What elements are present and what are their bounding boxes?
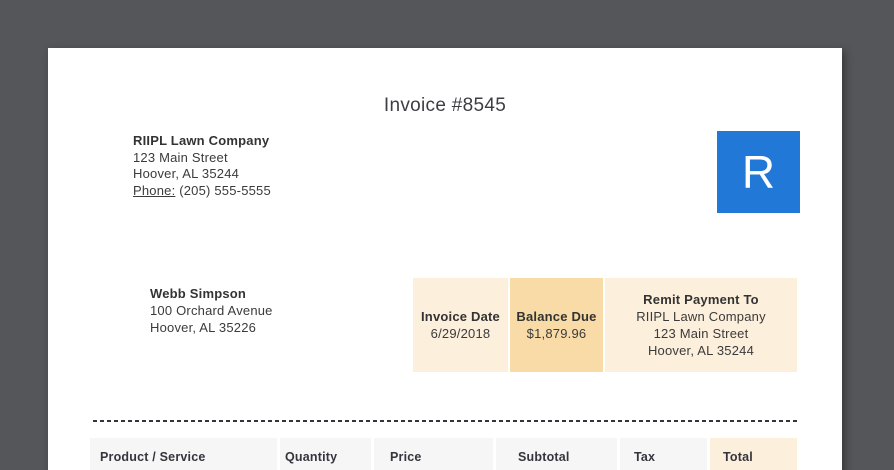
logo-letter-icon: R bbox=[742, 149, 775, 195]
viewer-backdrop: Invoice #8545 RIIPL Lawn Company 123 Mai… bbox=[0, 0, 894, 470]
column-header-product-service: Product / Service bbox=[90, 438, 277, 470]
customer-address-line1: 100 Orchard Avenue bbox=[150, 302, 273, 319]
balance-due-box: Balance Due $1,879.96 bbox=[510, 278, 603, 372]
balance-due-label: Balance Due bbox=[516, 308, 596, 325]
column-header-total: Total bbox=[710, 438, 797, 470]
company-address-line1: 123 Main Street bbox=[133, 150, 271, 167]
phone-number: (205) 555-5555 bbox=[179, 183, 271, 198]
phone-label: Phone: bbox=[133, 183, 175, 198]
remit-label: Remit Payment To bbox=[643, 291, 759, 308]
invoice-page: Invoice #8545 RIIPL Lawn Company 123 Mai… bbox=[48, 48, 842, 470]
remit-name: RIIPL Lawn Company bbox=[636, 308, 766, 325]
company-address-block: RIIPL Lawn Company 123 Main Street Hoove… bbox=[133, 133, 271, 199]
column-header-price: Price bbox=[374, 438, 493, 470]
remit-payment-box: Remit Payment To RIIPL Lawn Company 123 … bbox=[605, 278, 797, 372]
company-phone-line: Phone: (205) 555-5555 bbox=[133, 183, 271, 200]
remit-address-line1: 123 Main Street bbox=[654, 325, 749, 342]
invoice-date-label: Invoice Date bbox=[421, 308, 500, 325]
column-header-quantity: Quantity bbox=[280, 438, 371, 470]
customer-name: Webb Simpson bbox=[150, 285, 273, 302]
invoice-summary-strip: Invoice Date 6/29/2018 Balance Due $1,87… bbox=[413, 278, 797, 372]
column-header-tax: Tax bbox=[620, 438, 707, 470]
column-header-subtotal: Subtotal bbox=[496, 438, 617, 470]
company-address-line2: Hoover, AL 35244 bbox=[133, 166, 271, 183]
company-name: RIIPL Lawn Company bbox=[133, 133, 271, 150]
customer-address-block: Webb Simpson 100 Orchard Avenue Hoover, … bbox=[150, 285, 273, 336]
company-logo: R bbox=[717, 131, 800, 213]
balance-due-value: $1,879.96 bbox=[527, 325, 587, 342]
customer-address-line2: Hoover, AL 35226 bbox=[150, 319, 273, 336]
invoice-title: Invoice #8545 bbox=[48, 94, 842, 117]
dashed-divider bbox=[93, 420, 798, 422]
items-table-header: Product / Service Quantity Price Subtota… bbox=[90, 438, 797, 470]
invoice-date-box: Invoice Date 6/29/2018 bbox=[413, 278, 508, 372]
invoice-date-value: 6/29/2018 bbox=[431, 325, 491, 342]
remit-address-line2: Hoover, AL 35244 bbox=[648, 342, 754, 359]
